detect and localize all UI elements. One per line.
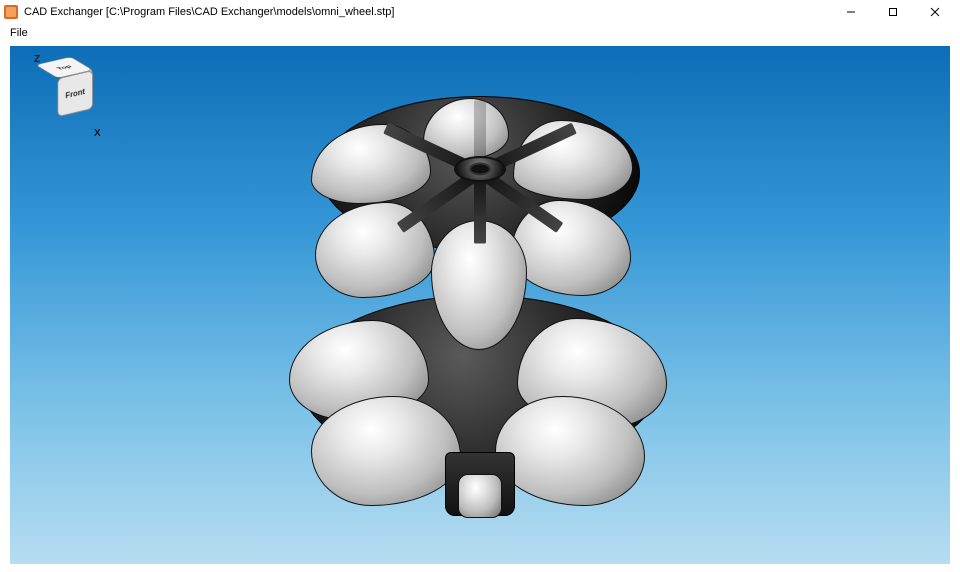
menubar: File — [0, 24, 960, 42]
menu-item-file[interactable]: File — [6, 26, 32, 40]
model-omni-wheel[interactable] — [265, 60, 695, 530]
model-spokes — [330, 172, 630, 302]
maximize-button[interactable] — [872, 0, 914, 24]
view-cube[interactable]: Z X Top Front Right — [32, 56, 110, 144]
model-roller — [311, 396, 461, 506]
window-title: CAD Exchanger [C:\Program Files\CAD Exch… — [24, 6, 394, 18]
model-caster-wheel — [458, 474, 502, 518]
viewport[interactable]: Z X Top Front Right — [10, 46, 950, 564]
close-button[interactable] — [914, 0, 956, 24]
titlebar: CAD Exchanger [C:\Program Files\CAD Exch… — [0, 0, 960, 24]
view-cube-body[interactable]: Top Front Right — [46, 60, 93, 123]
model-center-hub — [454, 156, 506, 182]
minimize-button[interactable] — [830, 0, 872, 24]
app-icon — [4, 5, 18, 19]
axis-label-x: X — [94, 128, 101, 139]
